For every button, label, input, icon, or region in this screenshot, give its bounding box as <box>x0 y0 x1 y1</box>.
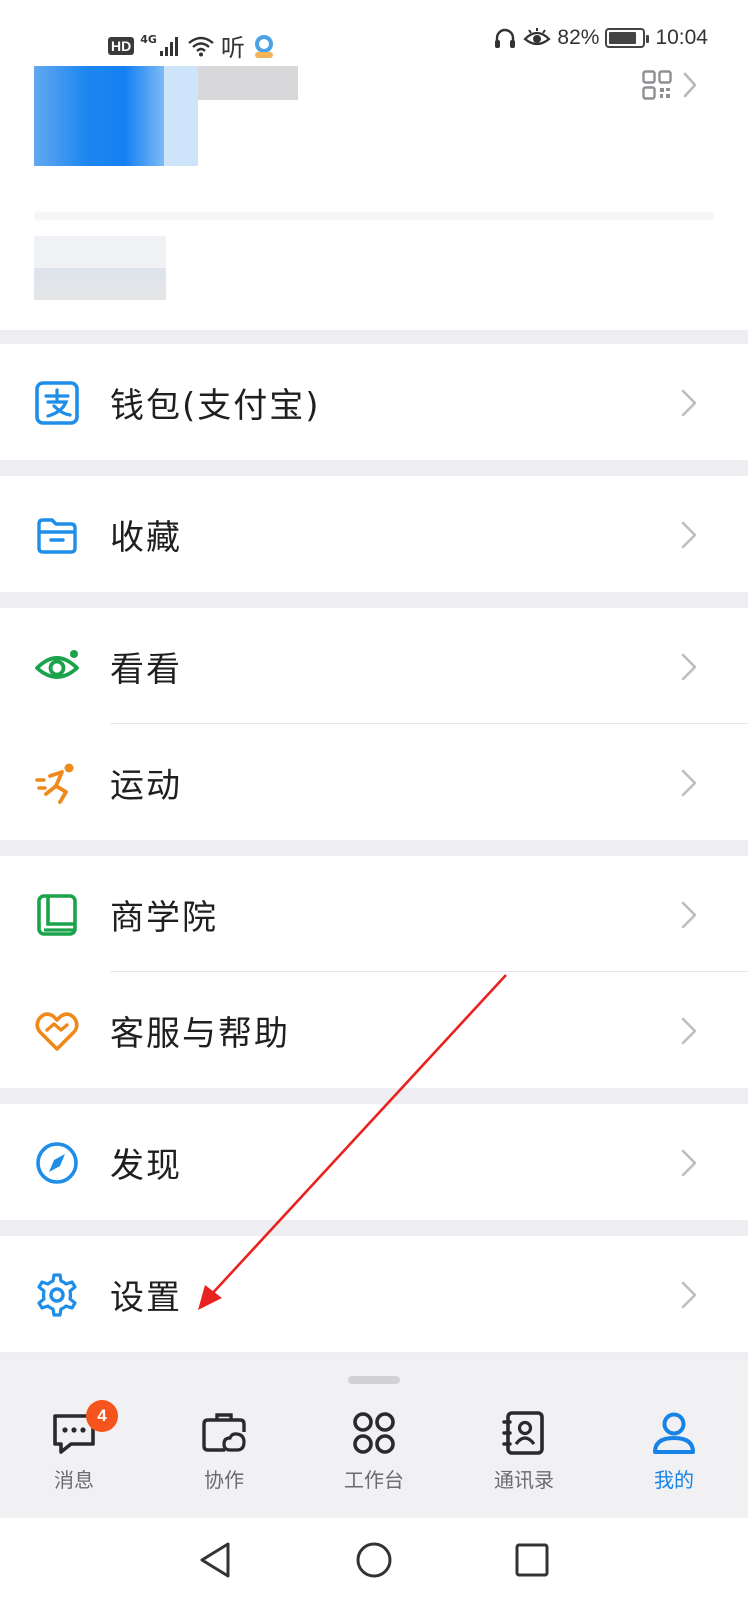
network-type: 4G <box>140 33 157 46</box>
menu-item-favorites[interactable]: 收藏 <box>0 476 748 592</box>
grid-apps-icon <box>353 1412 395 1454</box>
menu-group-discover: 发现 <box>0 1104 748 1220</box>
recents-icon[interactable] <box>512 1540 552 1580</box>
qr-code-icon <box>642 70 672 100</box>
system-nav-bar <box>0 1518 748 1600</box>
address-book-icon <box>502 1411 544 1455</box>
headphones-icon <box>495 28 516 48</box>
tab-label-collab: 协作 <box>204 1468 244 1492</box>
qr-code-button[interactable] <box>642 70 698 100</box>
bottom-tab-bar: 4 消息 协作 工作台 通讯录 我的 <box>0 1360 748 1518</box>
menu-item-support[interactable]: 客服与帮助 <box>0 972 748 1088</box>
tab-me[interactable]: 我的 <box>614 1408 734 1504</box>
unread-badge: 4 <box>86 1400 118 1432</box>
menu-item-settings[interactable]: 设置 <box>0 1236 748 1352</box>
status-right: 82% 10:04 <box>493 26 708 50</box>
menu-group-watch-sports: 看看 运动 <box>0 608 748 840</box>
chevron-right-icon <box>681 1017 697 1045</box>
chevron-right-icon <box>681 901 697 929</box>
tab-contacts[interactable]: 通讯录 <box>464 1408 584 1504</box>
eye-comfort-icon <box>523 28 552 46</box>
hd-indicator: HD <box>108 36 135 55</box>
status-left: HD 4G 听 <box>108 28 277 63</box>
chevron-right-icon <box>681 1281 697 1309</box>
menu-item-business-school[interactable]: 商学院 <box>0 856 748 972</box>
name-redacted <box>198 66 298 100</box>
signal-icon <box>159 36 178 56</box>
tab-label-contacts: 通讯录 <box>494 1468 554 1492</box>
menu-group-settings: 设置 <box>0 1236 748 1352</box>
heart-handshake-icon <box>35 1012 79 1051</box>
profile-divider-redacted <box>34 212 714 220</box>
briefcase-cloud-icon <box>202 1413 246 1452</box>
chevron-right-icon <box>681 389 697 417</box>
menu-label-favorites: 收藏 <box>110 517 182 558</box>
status-bar: HD 4G 听 82% 10:04 <box>0 0 748 76</box>
wifi-icon <box>188 36 214 56</box>
menu-label-sports: 运动 <box>110 765 182 806</box>
menu-group-wallet: 钱包(支付宝) <box>0 344 748 460</box>
chevron-right-icon <box>681 521 697 549</box>
profile-info-redacted <box>34 236 166 300</box>
avatar-redacted[interactable] <box>34 66 164 166</box>
chevron-right-icon <box>681 653 697 681</box>
compass-icon <box>36 1142 78 1184</box>
battery-level <box>609 32 636 44</box>
tab-label-workbench: 工作台 <box>344 1468 404 1492</box>
chevron-right-icon <box>681 769 697 797</box>
avatar-redacted-edge <box>164 66 198 166</box>
menu-label-settings: 设置 <box>110 1277 182 1318</box>
person-icon <box>653 1412 695 1454</box>
battery-icon <box>605 28 650 48</box>
running-icon <box>35 763 74 804</box>
menu-item-watch[interactable]: 看看 <box>0 608 748 724</box>
drag-handle[interactable] <box>348 1376 400 1384</box>
book-icon <box>37 894 77 936</box>
menu-item-discover[interactable]: 发现 <box>0 1104 748 1220</box>
chevron-right-icon <box>683 72 697 98</box>
menu-label-watch: 看看 <box>110 649 182 690</box>
battery-tip <box>646 35 650 43</box>
menu-item-sports[interactable]: 运动 <box>0 724 748 840</box>
listen-glyph: 听 <box>220 34 245 62</box>
menu-label-wallet: 钱包(支付宝) <box>110 385 321 426</box>
menu-label-business-school: 商学院 <box>110 897 218 938</box>
menu-group-learning-support: 商学院 客服与帮助 <box>0 856 748 1088</box>
battery-percent: 82% <box>557 26 600 49</box>
home-icon[interactable] <box>354 1540 394 1580</box>
clock-time: 10:04 <box>655 26 708 49</box>
menu-item-wallet[interactable]: 钱包(支付宝) <box>0 344 748 460</box>
profile-header[interactable] <box>0 66 748 330</box>
gear-icon <box>37 1273 77 1317</box>
tab-label-me: 我的 <box>654 1468 694 1492</box>
menu-label-discover: 发现 <box>110 1145 182 1186</box>
tab-messages[interactable]: 4 消息 <box>14 1400 134 1504</box>
menu-label-support: 客服与帮助 <box>110 1013 290 1054</box>
eye-icon <box>35 650 79 679</box>
mascot-icon <box>254 34 273 58</box>
chevron-right-icon <box>681 1149 697 1177</box>
menu-group-favorites: 收藏 <box>0 476 748 592</box>
tab-workbench[interactable]: 工作台 <box>314 1408 434 1504</box>
alipay-icon <box>35 381 79 425</box>
tab-label-messages: 消息 <box>54 1468 94 1492</box>
tab-collab[interactable]: 协作 <box>164 1408 284 1504</box>
folder-icon <box>37 518 77 554</box>
back-icon[interactable] <box>196 1540 236 1580</box>
